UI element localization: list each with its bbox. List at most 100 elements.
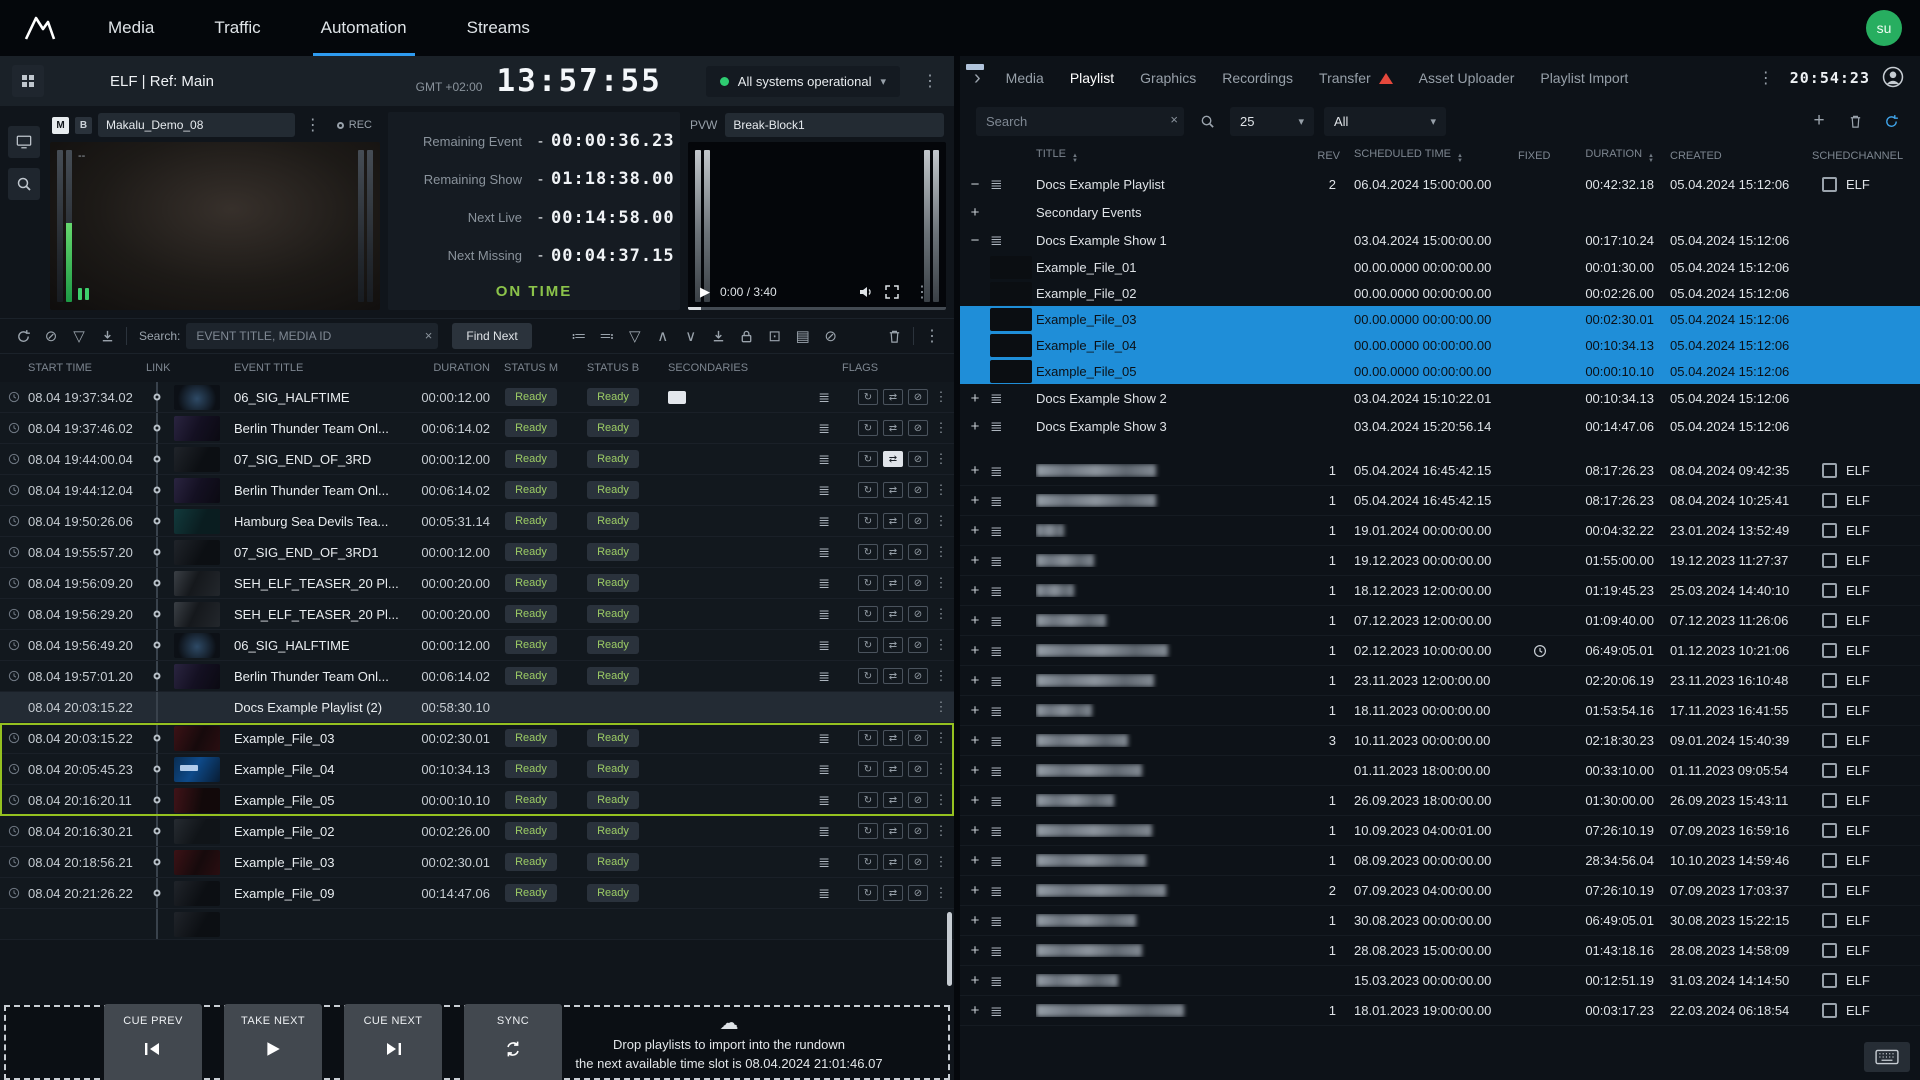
row-checkbox[interactable]	[1822, 583, 1837, 598]
loop-flag-icon[interactable]: ↻	[858, 389, 878, 405]
transition-flag-icon[interactable]: ⇄	[883, 513, 903, 529]
transport-take-next[interactable]: TAKE NEXT	[224, 1004, 322, 1080]
link-node[interactable]	[146, 537, 168, 567]
transition-flag-icon[interactable]: ⇄	[883, 389, 903, 405]
link-node[interactable]	[146, 568, 168, 598]
nav-item-automation[interactable]: Automation	[291, 0, 437, 56]
link-node[interactable]	[146, 785, 168, 815]
toolbar-kebab-menu[interactable]: ⋮	[920, 326, 944, 346]
skip-flag-icon[interactable]: ⊘	[908, 544, 928, 560]
row-kebab-menu[interactable]: ⋮	[928, 482, 954, 498]
delete-event-button[interactable]	[881, 323, 907, 349]
row-checkbox[interactable]	[1822, 613, 1837, 628]
transport-sync[interactable]: SYNC	[464, 1004, 562, 1080]
playlist-archive-row[interactable]: +≣105.04.2024 16:45:42.1508:17:26.2308.0…	[960, 486, 1920, 516]
page-size-select[interactable]: 25 ▾	[1230, 107, 1314, 136]
row-checkbox[interactable]	[1822, 853, 1837, 868]
expand-row-icon[interactable]: +	[960, 852, 990, 869]
loop-flag-icon[interactable]: ↻	[858, 420, 878, 436]
system-status-dropdown[interactable]: All systems operational ▾	[706, 66, 900, 97]
loop-flag-icon[interactable]: ↻	[858, 885, 878, 901]
loop-flag-icon[interactable]: ↻	[858, 792, 878, 808]
playlist-archive-row[interactable]: +≣15.03.2023 00:00:00.0000:12:51.1931.03…	[960, 966, 1920, 996]
type-filter-select[interactable]: All ▾	[1324, 107, 1446, 136]
expand-row-icon[interactable]: +	[960, 912, 990, 929]
transport-cue-prev[interactable]: CUE PREV	[104, 1004, 202, 1080]
tab-media[interactable]: Media	[993, 56, 1057, 100]
row-kebab-menu[interactable]: ⋮	[928, 420, 954, 436]
loop-flag-icon[interactable]: ↻	[858, 761, 878, 777]
secondary-list-icon[interactable]: ≣	[818, 854, 842, 871]
row-checkbox[interactable]	[1822, 763, 1837, 778]
expand-row-icon[interactable]: +	[960, 882, 990, 899]
expand-row-icon[interactable]: +	[960, 552, 990, 569]
playlist-group-row[interactable]: +≣Docs Example Show 303.04.2024 15:20:56…	[960, 412, 1920, 440]
playlist-group-row[interactable]: −≣Docs Example Playlist206.04.2024 15:00…	[960, 170, 1920, 198]
rec-button[interactable]: REC	[331, 116, 378, 134]
tab-playlist-import[interactable]: Playlist Import	[1527, 56, 1641, 100]
link-node[interactable]	[146, 847, 168, 877]
playlist-media-row[interactable]: Example_File_0400.00.0000 00:00:00.0000:…	[960, 332, 1920, 358]
refresh-rundown-icon[interactable]	[10, 323, 36, 349]
loop-flag-icon[interactable]: ↻	[858, 730, 878, 746]
transition-flag-icon[interactable]: ⇄	[883, 885, 903, 901]
tab-asset-uploader[interactable]: Asset Uploader	[1406, 56, 1528, 100]
expand-row-icon[interactable]: +	[960, 1002, 990, 1019]
copy-event-icon[interactable]: ⊡	[762, 323, 788, 349]
expand-row-icon[interactable]: +	[960, 522, 990, 539]
row-checkbox[interactable]	[1822, 523, 1837, 538]
insert-primary-icon[interactable]: ≔	[566, 323, 592, 349]
rundown-group-row[interactable]: 08.04 20:03:15.22Docs Example Playlist (…	[0, 692, 954, 723]
header-kebab-menu[interactable]: ⋮	[918, 71, 942, 91]
playlist-media-row[interactable]: Example_File_0500.00.0000 00:00:00.0000:…	[960, 358, 1920, 384]
link-node[interactable]	[146, 475, 168, 505]
nav-item-traffic[interactable]: Traffic	[184, 0, 290, 56]
row-checkbox[interactable]	[1822, 733, 1837, 748]
expand-row-icon[interactable]: +	[960, 762, 990, 779]
skip-flag-icon[interactable]: ⊘	[908, 730, 928, 746]
fullscreen-icon[interactable]	[884, 284, 900, 300]
secondary-list-icon[interactable]: ≣	[818, 730, 842, 747]
row-kebab-menu[interactable]: ⋮	[928, 699, 954, 715]
secondary-list-icon[interactable]: ≣	[818, 761, 842, 778]
loop-flag-icon[interactable]: ↻	[858, 606, 878, 622]
rundown-search-input[interactable]	[186, 323, 438, 349]
loop-flag-icon[interactable]: ↻	[858, 513, 878, 529]
export-selection-icon[interactable]	[706, 323, 732, 349]
skip-flag-icon[interactable]: ⊘	[908, 451, 928, 467]
sort-icon[interactable]: ▲▼	[1457, 154, 1463, 164]
player-kebab-menu[interactable]: ⋮	[301, 115, 325, 135]
playlist-archive-row[interactable]: +≣107.12.2023 12:00:00.0001:09:40.0007.1…	[960, 606, 1920, 636]
loop-flag-icon[interactable]: ↻	[858, 544, 878, 560]
transition-flag-icon[interactable]: ⇄	[883, 420, 903, 436]
expand-row-icon[interactable]: +	[960, 942, 990, 959]
transition-flag-icon[interactable]: ⇄	[883, 606, 903, 622]
playlist-search-input[interactable]	[976, 107, 1184, 136]
layout-grid-button[interactable]	[12, 65, 44, 97]
link-node[interactable]	[146, 444, 168, 474]
row-checkbox[interactable]	[1822, 177, 1837, 192]
volume-icon[interactable]	[858, 284, 874, 300]
transition-flag-icon[interactable]: ⇄	[883, 668, 903, 684]
secondary-list-icon[interactable]: ≣	[818, 606, 842, 623]
playlist-media-row[interactable]: Example_File_0100.00.0000 00:00:00.0000:…	[960, 254, 1920, 280]
tab-transfer[interactable]: Transfer	[1306, 56, 1406, 100]
find-next-button[interactable]: Find Next	[452, 323, 531, 349]
rundown-row[interactable]: 08.04 19:44:00.0407_SIG_END_OF_3RD00:00:…	[0, 444, 954, 475]
transition-flag-icon[interactable]: ⇄	[883, 575, 903, 591]
transition-flag-icon[interactable]: ⇄	[883, 761, 903, 777]
rundown-row[interactable]: 08.04 20:03:15.22Example_File_0300:02:30…	[0, 723, 954, 754]
transition-flag-icon[interactable]: ⇄	[883, 637, 903, 653]
skip-flag-icon[interactable]: ⊘	[908, 606, 928, 622]
clear-search-icon[interactable]: ×	[425, 328, 433, 343]
expand-row-icon[interactable]: +	[960, 492, 990, 509]
expand-row-icon[interactable]: +	[960, 462, 990, 479]
link-node[interactable]	[146, 816, 168, 846]
link-node[interactable]	[146, 723, 168, 753]
refresh-playlists-button[interactable]	[1878, 108, 1904, 134]
link-node[interactable]	[146, 661, 168, 691]
filter-events-icon[interactable]: ▽	[66, 323, 92, 349]
skip-flag-icon[interactable]: ⊘	[908, 420, 928, 436]
skip-flag-icon[interactable]: ⊘	[908, 637, 928, 653]
rundown-row[interactable]: 08.04 20:18:56.21Example_File_0300:02:30…	[0, 847, 954, 878]
